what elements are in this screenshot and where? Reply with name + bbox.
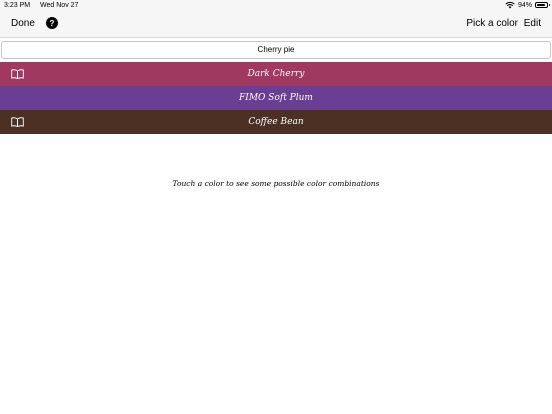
status-time: 3:23 PM (4, 2, 31, 9)
edit-button[interactable]: Edit (524, 18, 541, 29)
pick-a-color-button[interactable]: Pick a color (466, 18, 518, 29)
battery-cap (548, 4, 550, 6)
color-row-dark-cherry[interactable]: Dark Cherry (0, 62, 552, 86)
color-name: FIMO Soft Plum (239, 93, 313, 103)
battery-fill (537, 4, 546, 6)
status-date: Wed Nov 27 (40, 2, 79, 9)
book-icon[interactable] (11, 69, 24, 79)
battery-percent: 94% (517, 1, 532, 9)
color-name: Coffee Bean (248, 117, 304, 127)
book-icon[interactable] (11, 117, 24, 127)
app-screen: 3:23 PM Wed Nov 27 94% Done ? Pick a col… (0, 0, 552, 414)
search-input[interactable]: Cherry pie (1, 41, 551, 59)
color-name: Dark Cherry (247, 69, 305, 79)
wifi-icon (505, 1, 515, 9)
color-row-coffee-bean[interactable]: Coffee Bean (0, 110, 552, 134)
color-row-fimo-soft-plum[interactable]: FIMO Soft Plum (0, 86, 552, 110)
status-left: 3:23 PM Wed Nov 27 (4, 2, 78, 9)
done-button[interactable]: Done (11, 18, 35, 29)
status-right: 94% (505, 1, 550, 9)
battery-icon (535, 2, 550, 8)
help-button[interactable]: ? (46, 17, 58, 29)
nav-bar: Done ? Pick a color Edit (0, 12, 552, 38)
status-bar: 3:23 PM Wed Nov 27 94% (0, 0, 552, 12)
hint-text: Touch a color to see some possible color… (172, 179, 380, 188)
